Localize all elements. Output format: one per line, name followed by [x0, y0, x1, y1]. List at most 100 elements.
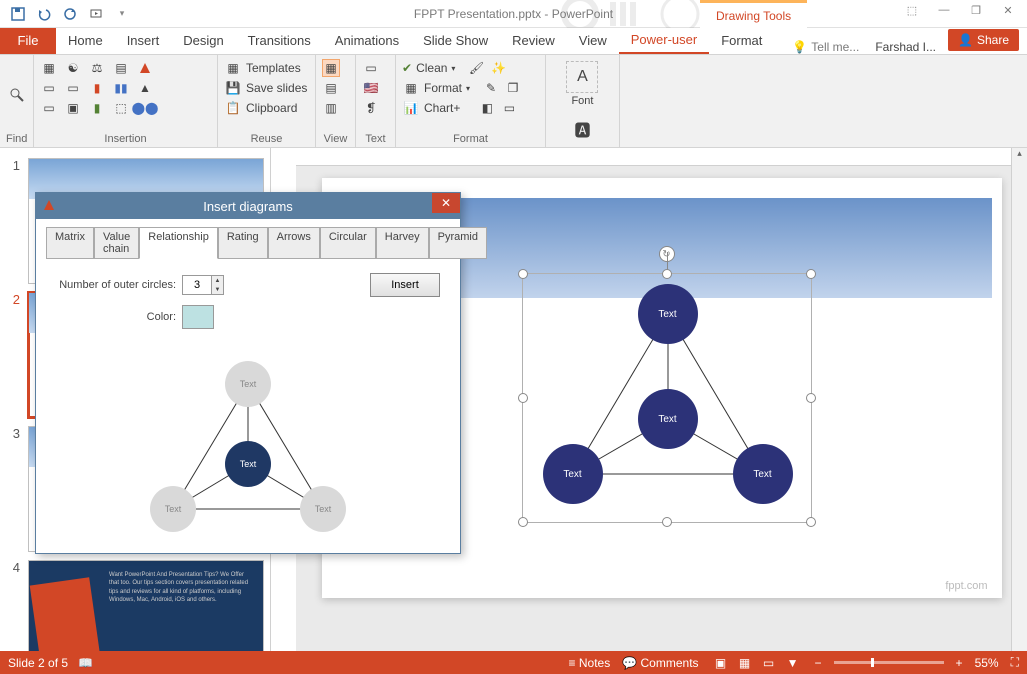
spinner-up-icon[interactable]: ▲ — [212, 276, 223, 285]
clipboard-button[interactable]: 📋Clipboard — [224, 99, 309, 117]
slideshow-view-icon[interactable]: ▼ — [783, 655, 803, 671]
color-swatch[interactable] — [182, 305, 214, 329]
diagram-icon[interactable] — [136, 59, 154, 77]
view2-icon[interactable]: ▤ — [322, 79, 340, 97]
dlg-tab-harvey[interactable]: Harvey — [376, 227, 429, 259]
selection-box[interactable]: ↻ Text Text — [522, 273, 812, 523]
node-left[interactable]: Text — [543, 444, 603, 504]
tab-review[interactable]: Review — [500, 27, 567, 54]
zoom-out-icon[interactable]: − — [815, 656, 822, 670]
scale-icon[interactable]: ⚖ — [88, 59, 106, 77]
dlg-tab-pyramid[interactable]: Pyramid — [429, 227, 487, 259]
view1-icon[interactable]: ▦ — [322, 59, 340, 77]
tab-view[interactable]: View — [567, 27, 619, 54]
insert-button[interactable]: Insert — [370, 273, 440, 297]
pen-icon[interactable]: ✎ — [482, 79, 500, 97]
icon-btn[interactable]: ▭ — [500, 99, 518, 117]
chart-button[interactable]: 📊Chart+◧▭ — [402, 99, 539, 117]
lang-icon[interactable]: ▭ — [362, 59, 380, 77]
tab-power-user[interactable]: Power-user — [619, 27, 709, 54]
dlg-tab-matrix[interactable]: Matrix — [46, 227, 94, 259]
chart2-icon[interactable]: ▮▮ — [112, 79, 130, 97]
zoom-level[interactable]: 55% — [975, 656, 999, 670]
icon-btn[interactable]: ☯ — [64, 59, 82, 77]
tab-home[interactable]: Home — [56, 27, 115, 54]
comments-button[interactable]: 💬 Comments — [622, 656, 698, 670]
spell-icon[interactable]: 📖 — [78, 656, 93, 670]
chart-icon[interactable]: ▮ — [88, 79, 106, 97]
tab-design[interactable]: Design — [171, 27, 235, 54]
view3-icon[interactable]: ▥ — [322, 99, 340, 117]
outer-circles-input[interactable] — [183, 276, 211, 294]
qat-dropdown-icon[interactable]: ▾ — [114, 6, 130, 22]
icon-btn[interactable]: ▭ — [40, 99, 58, 117]
table-icon[interactable]: ▤ — [112, 59, 130, 77]
slide-indicator[interactable]: Slide 2 of 5 — [8, 656, 68, 670]
tell-me-input[interactable]: 💡Tell me... — [784, 40, 867, 54]
flag-us-icon[interactable]: 🇺🇸 — [362, 79, 380, 97]
icon-btn[interactable]: ❐ — [504, 79, 522, 97]
preview-node-left: Text — [150, 486, 196, 532]
icon-btn[interactable]: ⬚ — [112, 99, 130, 117]
thumb-4[interactable]: 4Want PowerPoint And Presentation Tips? … — [0, 556, 270, 651]
dialog-titlebar[interactable]: Insert diagrams ✕ — [36, 193, 460, 219]
tab-insert[interactable]: Insert — [115, 27, 172, 54]
icon-btn[interactable]: ▮ — [88, 99, 106, 117]
zoom-in-icon[interactable]: + — [956, 656, 963, 670]
brush-icon[interactable]: 🖌 — [467, 59, 485, 77]
format-button[interactable]: ▦Format▾✎❐ — [402, 79, 539, 97]
node-right[interactable]: Text — [733, 444, 793, 504]
normal-view-icon[interactable]: ▣ — [711, 655, 731, 671]
wand-icon[interactable]: ✨ — [489, 59, 507, 77]
flag-icon[interactable]: ▲ — [136, 79, 154, 97]
font-button[interactable]: AFont — [560, 59, 604, 109]
dlg-tab-circular[interactable]: Circular — [320, 227, 376, 259]
node-center[interactable]: Text — [638, 389, 698, 449]
icon-btn[interactable]: ▣ — [64, 99, 82, 117]
node-top[interactable]: Text — [638, 284, 698, 344]
icon-btn[interactable]: ◧ — [478, 99, 496, 117]
outer-circles-spinner[interactable]: ▲▼ — [182, 275, 224, 295]
map-icon[interactable]: ▭ — [40, 79, 58, 97]
save-slides-button[interactable]: 💾Save slides — [224, 79, 309, 97]
slideshow-icon[interactable] — [88, 6, 104, 22]
clean-button[interactable]: ✔Clean▾🖌✨ — [402, 59, 539, 77]
tab-slideshow[interactable]: Slide Show — [411, 27, 500, 54]
dialog-body: Number of outer circles: ▲▼ Insert Color… — [46, 258, 450, 563]
fit-icon[interactable]: ⛶ — [1011, 655, 1019, 670]
share-icon: 👤 — [958, 33, 973, 47]
user-name[interactable]: Farshad I... — [867, 40, 944, 54]
group-find: Find — [6, 131, 27, 145]
zoom-slider[interactable] — [834, 661, 944, 664]
dlg-tab-rating[interactable]: Rating — [218, 227, 268, 259]
slide-icon[interactable]: ▦ — [40, 59, 58, 77]
notes-button[interactable]: ≡ Notes — [569, 656, 611, 670]
scrollbar-vertical[interactable]: ▴ — [1011, 148, 1027, 651]
close-icon[interactable]: ✕ — [993, 0, 1023, 20]
tab-file[interactable]: File — [0, 27, 56, 54]
spinner-down-icon[interactable]: ▼ — [212, 285, 223, 294]
dlg-tab-arrows[interactable]: Arrows — [268, 227, 320, 259]
tab-animations[interactable]: Animations — [323, 27, 411, 54]
save-icon[interactable] — [10, 6, 26, 22]
redo-icon[interactable] — [62, 6, 78, 22]
tab-format[interactable]: Format — [709, 27, 774, 54]
ribbon-options-icon[interactable]: ⬚ — [897, 0, 927, 20]
templates-button[interactable]: ▦Templates — [224, 59, 309, 77]
dialog-close-button[interactable]: ✕ — [432, 193, 460, 213]
find-icon[interactable] — [8, 86, 26, 104]
reading-view-icon[interactable]: ▭ — [759, 655, 779, 671]
dlg-tab-value-chain[interactable]: Value chain — [94, 227, 139, 259]
diagram-preview: Text Text Text Text — [118, 349, 378, 549]
undo-icon[interactable] — [36, 6, 52, 22]
text-icon[interactable]: ❡ — [362, 99, 380, 117]
puzzle-icon[interactable]: ⬤⬤ — [136, 99, 154, 117]
minimize-icon[interactable]: — — [929, 0, 959, 20]
tab-transitions[interactable]: Transitions — [236, 27, 323, 54]
sorter-view-icon[interactable]: ▦ — [735, 655, 755, 671]
context-tab-drawing[interactable]: Drawing Tools — [700, 0, 807, 28]
restore-icon[interactable]: ❐ — [961, 0, 991, 20]
icon-btn[interactable]: ▭ — [64, 79, 82, 97]
dlg-tab-relationship[interactable]: Relationship — [139, 227, 218, 259]
share-button[interactable]: 👤Share — [948, 29, 1019, 51]
